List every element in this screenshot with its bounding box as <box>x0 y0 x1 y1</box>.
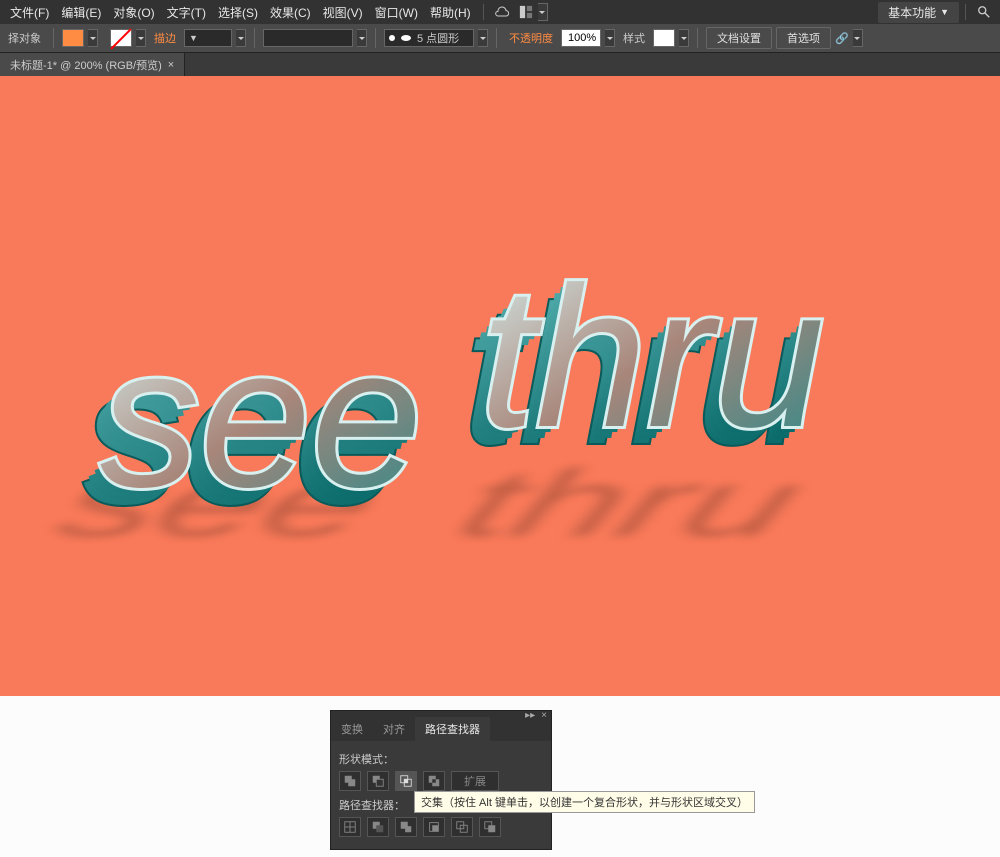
panel-close-icon[interactable]: × <box>541 710 547 721</box>
menu-object[interactable]: 对象(O) <box>107 4 160 21</box>
minus-back-button[interactable] <box>479 817 501 837</box>
close-icon[interactable]: × <box>168 59 174 71</box>
menu-window[interactable]: 窗口(W) <box>369 4 424 21</box>
cloud-icon[interactable] <box>492 2 512 22</box>
document-tab-bar: 未标题-1* @ 200% (RGB/预览) × <box>0 52 1000 76</box>
menu-help[interactable]: 帮助(H) <box>424 4 477 21</box>
unite-button[interactable] <box>339 771 361 791</box>
expand-button[interactable]: 扩展 <box>451 771 499 791</box>
stroke-weight-dd[interactable] <box>236 29 246 47</box>
doc-setup-button[interactable]: 文档设置 <box>706 27 772 49</box>
menu-edit[interactable]: 编辑(E) <box>55 4 107 21</box>
svg-text:see: see <box>100 306 422 529</box>
style-swatch[interactable] <box>653 29 675 47</box>
context-label: 择对象 <box>4 30 45 46</box>
tab-pathfinder[interactable]: 路径查找器 <box>415 717 490 741</box>
pathfinder-panel: ▸▸ × 变换 对齐 路径查找器 形状模式： 扩展 路径查找器： <box>330 710 552 850</box>
brush-select[interactable]: 5 点圆形 <box>384 29 474 47</box>
arrange-dropdown[interactable] <box>538 3 548 21</box>
outline-button[interactable] <box>451 817 473 837</box>
menu-file[interactable]: 文件(F) <box>4 4 55 21</box>
svg-text:thru: thru <box>480 246 825 469</box>
menu-select[interactable]: 选择(S) <box>212 4 264 21</box>
minus-front-button[interactable] <box>367 771 389 791</box>
workspace-label: 基本功能 <box>888 4 936 21</box>
divider <box>483 4 484 20</box>
document-title: 未标题-1* @ 200% (RGB/预览) <box>10 57 162 73</box>
opacity-dd[interactable] <box>605 29 615 47</box>
control-toolbar: 择对象 描边 ▼ 5 点圆形 不透明度 100% 样式 文档设置 首选项 🔗 <box>0 24 1000 52</box>
stroke-label[interactable]: 描边 <box>150 30 180 46</box>
shape-mode-label: 形状模式： <box>339 751 543 767</box>
crop-button[interactable] <box>423 817 445 837</box>
search-icon[interactable] <box>974 2 994 22</box>
exclude-button[interactable] <box>423 771 445 791</box>
divide-button[interactable] <box>339 817 361 837</box>
menu-bar: 文件(F) 编辑(E) 对象(O) 文字(T) 选择(S) 效果(C) 视图(V… <box>0 0 1000 24</box>
stroke-weight[interactable]: ▼ <box>184 29 232 47</box>
stroke-dropdown[interactable] <box>136 29 146 47</box>
chevron-down-icon: ▼ <box>940 7 949 17</box>
arrange-icon[interactable] <box>516 2 536 22</box>
trim-button[interactable] <box>367 817 389 837</box>
style-label: 样式 <box>619 30 649 46</box>
stroke-swatch[interactable] <box>110 29 132 47</box>
menu-type[interactable]: 文字(T) <box>161 4 212 21</box>
merge-button[interactable] <box>395 817 417 837</box>
var-width-profile[interactable] <box>263 29 353 47</box>
brush-label: 5 点圆形 <box>417 30 459 46</box>
prefs-button[interactable]: 首选项 <box>776 27 831 49</box>
tooltip: 交集（按住 Alt 键单击，以创建一个复合形状，并与形状区域交叉） <box>414 791 755 813</box>
panel-collapse-icon[interactable]: ▸▸ <box>525 710 535 721</box>
opacity-input[interactable]: 100% <box>561 29 601 47</box>
intersect-button[interactable] <box>395 771 417 791</box>
divider <box>965 4 966 20</box>
opacity-label[interactable]: 不透明度 <box>505 30 557 46</box>
brush-preview-oval <box>401 35 411 41</box>
fill-swatch[interactable] <box>62 29 84 47</box>
tab-align[interactable]: 对齐 <box>373 717 415 741</box>
align-dd[interactable] <box>853 29 863 47</box>
menu-effect[interactable]: 效果(C) <box>264 4 317 21</box>
brush-dd[interactable] <box>478 29 488 47</box>
panel-tabs: 变换 对齐 路径查找器 <box>331 719 551 741</box>
document-tab[interactable]: 未标题-1* @ 200% (RGB/预览) × <box>0 53 185 77</box>
tab-transform[interactable]: 变换 <box>331 717 373 741</box>
artwork-3d-text: see thru see see see see thru <box>40 126 960 651</box>
brush-preview-dot <box>389 35 395 41</box>
menu-view[interactable]: 视图(V) <box>317 4 369 21</box>
var-width-dd[interactable] <box>357 29 367 47</box>
canvas[interactable]: see thru see see see see thru <box>0 76 1000 696</box>
style-dd[interactable] <box>679 29 689 47</box>
chain-icon[interactable]: 🔗 <box>835 32 849 45</box>
workspace-switcher[interactable]: 基本功能 ▼ <box>878 2 959 23</box>
fill-dropdown[interactable] <box>88 29 98 47</box>
